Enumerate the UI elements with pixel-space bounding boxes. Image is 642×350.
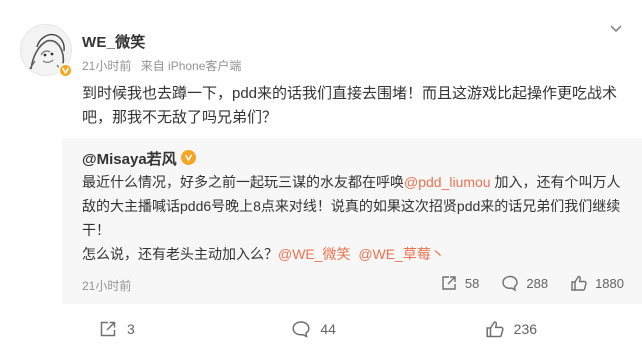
like-count: 236 [513, 321, 538, 337]
thumbs-up-icon [485, 319, 505, 339]
chevron-down-icon[interactable] [608, 22, 624, 36]
repost-text: 最近什么情况，好多之前一起玩三谋的水友都在呼唤 [82, 174, 404, 190]
share-icon [98, 319, 118, 339]
verified-badge-icon [180, 150, 196, 165]
post-author[interactable]: WE_微笑 [82, 31, 146, 52]
repost-text: 怎么说，还有老头主动加入么？ [82, 246, 278, 262]
mention-link[interactable]: @WE_微笑 [278, 246, 351, 262]
share-count: 3 [127, 321, 135, 337]
repost-actions: 58 288 1880 [418, 269, 642, 297]
post-content: 到时候我也去蹲一下，pdd来的话我们直接去围堵！而且这游戏比起操作更吃战术吧，那… [82, 85, 618, 126]
like-button[interactable]: 236 [449, 312, 642, 346]
share-button[interactable]: 3 [62, 312, 255, 346]
post-time[interactable]: 21小时前 [82, 59, 131, 73]
repost-like-button[interactable]: 1880 [570, 274, 624, 292]
repost-comment-button[interactable]: 288 [501, 274, 548, 292]
repost-card[interactable]: @Misaya若风 最近什么情况，好多之前一起玩三谋的水友都在呼唤@pdd_li… [62, 138, 642, 304]
repost-author[interactable]: @Misaya若风 [82, 151, 177, 168]
repost-body: 最近什么情况，好多之前一起玩三谋的水友都在呼唤@pdd_liumou 加入，还有… [82, 170, 630, 266]
post-meta: 21小时前 来自 iPhone客户端 [82, 57, 247, 74]
mention-link[interactable]: @WE_草莓丶 [358, 246, 445, 262]
share-icon [440, 274, 458, 292]
repost-comment-count: 288 [526, 275, 549, 291]
repost-time[interactable]: 21小时前 [82, 277, 131, 294]
repost-share-count: 58 [464, 275, 480, 291]
post-source: 来自 iPhone客户端 [140, 59, 242, 73]
repost-share-button[interactable]: 58 [440, 274, 479, 292]
verified-badge-icon [58, 63, 73, 78]
repost-paragraph-1: 最近什么情况，好多之前一起玩三谋的水友都在呼唤@pdd_liumou 加入，还有… [82, 170, 630, 242]
post-actions: 3 44 236 [62, 312, 642, 346]
comment-count: 44 [320, 321, 336, 337]
mention-link[interactable]: @pdd_liumou [404, 174, 491, 190]
repost-like-count: 1880 [595, 275, 624, 291]
thumbs-up-icon [570, 274, 588, 292]
comment-button[interactable]: 44 [255, 312, 448, 346]
comment-icon [291, 319, 311, 339]
comment-icon [501, 274, 519, 292]
weibo-post: WE_微笑 21小时前 来自 iPhone客户端 到时候我也去蹲一下，pdd来的… [0, 0, 642, 350]
repost-paragraph-2: 怎么说，还有老头主动加入么？@WE_微笑 @WE_草莓丶 [82, 242, 630, 266]
repost-author-row: @Misaya若风 [82, 148, 196, 169]
